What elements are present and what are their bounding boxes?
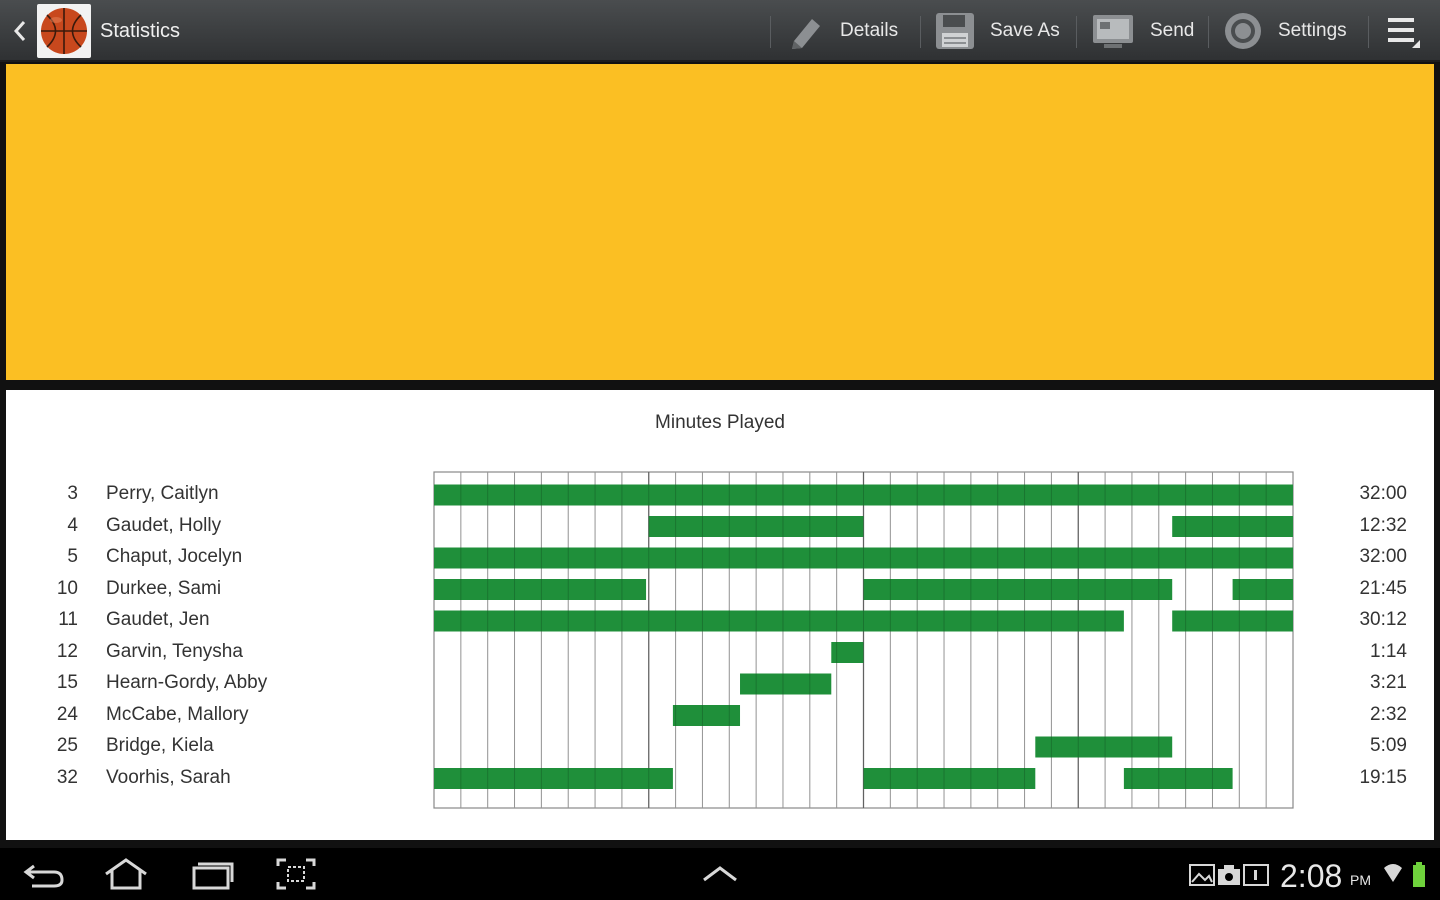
toolbar-divider xyxy=(1368,16,1369,48)
minutes-total: 32:00 xyxy=(1359,546,1407,567)
player-name: Gaudet, Holly xyxy=(106,514,222,536)
minutes-total: 3:21 xyxy=(1370,672,1407,693)
player-name: Voorhis, Sarah xyxy=(106,766,231,788)
stint-bar xyxy=(1035,736,1173,758)
action-bar: Statistics Details Save As Send Settings xyxy=(0,0,1440,62)
color-panel xyxy=(6,64,1434,380)
minutes-total: 1:14 xyxy=(1370,640,1407,662)
toolbar-divider xyxy=(1076,16,1077,48)
stint-bar xyxy=(1172,516,1293,537)
toolbar-divider xyxy=(920,16,921,48)
stint-bar xyxy=(434,768,673,789)
details-button[interactable]: Details xyxy=(786,0,898,62)
minutes-total: 30:12 xyxy=(1359,609,1407,630)
home-icon[interactable] xyxy=(102,856,150,892)
player-name: Perry, Caitlyn xyxy=(106,483,219,504)
stint-bar xyxy=(1123,768,1233,789)
jersey-number: 3 xyxy=(67,483,78,504)
player-name: Bridge, Kiela xyxy=(106,735,214,756)
clock-time: 2:08 xyxy=(1280,858,1343,894)
jersey-number: 25 xyxy=(56,735,78,756)
notification-icons xyxy=(1189,864,1269,886)
stint-bar xyxy=(434,579,647,600)
chevron-up-icon[interactable] xyxy=(696,856,744,892)
stint-bar xyxy=(863,768,1036,789)
player-name: Garvin, Tenysha xyxy=(106,640,243,662)
basketball-logo-icon[interactable] xyxy=(37,4,91,58)
stint-bar xyxy=(1172,610,1293,632)
jersey-number: 32 xyxy=(56,766,78,788)
wifi-icon xyxy=(1384,864,1402,882)
screenshot-icon[interactable] xyxy=(272,856,320,892)
jersey-number: 15 xyxy=(56,672,78,693)
app-title: Statistics xyxy=(100,20,181,42)
back-chevron-icon[interactable] xyxy=(10,18,30,44)
gear-icon xyxy=(1225,13,1261,49)
jersey-number: 5 xyxy=(67,546,78,567)
player-name: Hearn-Gordy, Abby xyxy=(106,672,268,693)
minutes-total: 19:15 xyxy=(1359,766,1407,788)
toolbar-divider xyxy=(1208,16,1209,48)
player-name: Chaput, Jocelyn xyxy=(106,546,243,567)
stint-bar xyxy=(672,705,741,726)
floppy-disk-icon xyxy=(936,13,974,49)
clock-ampm: PM xyxy=(1350,872,1371,888)
back-icon[interactable] xyxy=(20,856,68,892)
minutes-played-panel: Minutes Played 3 Perry, Caitlyn 32:00 4 Gaud… xyxy=(6,390,1434,840)
stint-bar xyxy=(740,673,832,695)
settings-button[interactable]: Settings xyxy=(1222,0,1347,62)
overflow-menu-icon[interactable] xyxy=(1384,14,1424,50)
minutes-total: 32:00 xyxy=(1359,483,1407,504)
stint-bar xyxy=(1232,579,1293,600)
minutes-total: 12:32 xyxy=(1359,514,1407,536)
send-mail-icon xyxy=(1093,15,1133,48)
battery-icon xyxy=(1413,862,1425,887)
details-label: Details xyxy=(840,20,899,41)
jersey-number: 12 xyxy=(56,640,78,662)
stint-bar xyxy=(863,579,1173,600)
player-name: Durkee, Sami xyxy=(106,577,222,599)
toolbar-divider xyxy=(770,16,771,48)
save-as-label: Save As xyxy=(990,20,1060,41)
stint-bar xyxy=(434,610,1124,632)
minutes-total: 5:09 xyxy=(1370,735,1407,756)
jersey-number: 10 xyxy=(56,577,78,599)
player-name: McCabe, Mallory xyxy=(106,703,249,725)
jersey-number: 4 xyxy=(67,514,78,536)
send-label: Send xyxy=(1150,20,1195,41)
system-nav-bar: 2:08 PM xyxy=(0,848,1440,900)
pencil-icon xyxy=(792,19,820,49)
recent-apps-icon[interactable] xyxy=(188,856,236,892)
stint-bar xyxy=(831,642,864,663)
send-button[interactable]: Send xyxy=(1090,0,1194,62)
player-name: Gaudet, Jen xyxy=(106,609,210,630)
settings-label: Settings xyxy=(1278,20,1347,41)
save-as-button[interactable]: Save As xyxy=(934,0,1060,62)
jersey-number: 24 xyxy=(56,703,78,725)
minutes-total: 2:32 xyxy=(1370,703,1407,725)
jersey-number: 11 xyxy=(58,609,78,630)
minutes-total: 21:45 xyxy=(1359,577,1407,599)
